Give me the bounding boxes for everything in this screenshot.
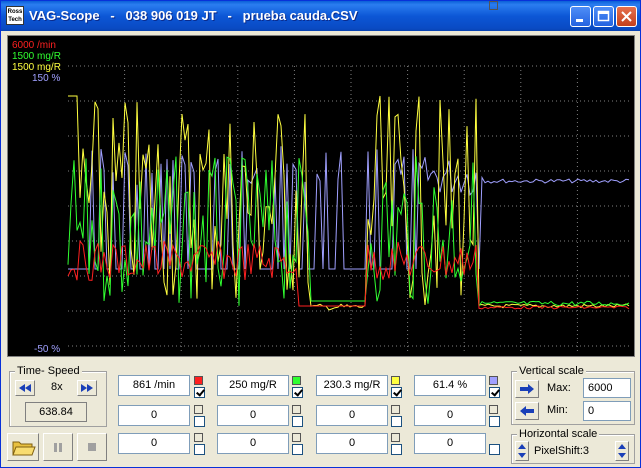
channel-12-checkbox[interactable] bbox=[489, 444, 500, 455]
channel-4-color-swatch bbox=[489, 376, 498, 385]
channel-9-color-swatch bbox=[194, 433, 203, 442]
channel-2-value: 250 mg/R bbox=[217, 375, 289, 396]
channel-5-checkbox[interactable] bbox=[194, 416, 205, 427]
channel-12-color-swatch bbox=[489, 1, 498, 10]
scope-display[interactable]: 6000 /min 1500 mg/R 1500 mg/R 150 % -50 … bbox=[7, 35, 635, 357]
channel-9-checkbox[interactable] bbox=[194, 444, 205, 455]
title-bar[interactable]: Ross Tech VAG-Scope - 038 906 019 JT - p… bbox=[1, 1, 640, 31]
bottom-axis-label: -50 % bbox=[34, 344, 61, 355]
app-logo-text: Ross Tech bbox=[7, 9, 23, 23]
time-position-field: 638.84 bbox=[25, 402, 87, 422]
maximize-button[interactable] bbox=[593, 6, 614, 27]
close-button[interactable] bbox=[616, 6, 637, 27]
legend-rpm: 6000 /min bbox=[12, 40, 56, 51]
channel-4-value: 61.4 % bbox=[414, 375, 486, 396]
window-title: VAG-Scope - 038 906 019 JT - prueba caud… bbox=[29, 8, 358, 23]
spin-arrows-icon bbox=[518, 444, 526, 458]
rewind-icon bbox=[19, 384, 31, 392]
scale-min-button[interactable] bbox=[515, 402, 539, 420]
channel-6-color-swatch bbox=[292, 405, 301, 414]
channel-7-value: 0 bbox=[316, 405, 388, 426]
channel-1-checkbox[interactable] bbox=[194, 387, 205, 398]
close-icon bbox=[621, 11, 632, 22]
channel-6-value: 0 bbox=[217, 405, 289, 426]
pause-icon bbox=[54, 443, 62, 452]
channel-5-color-swatch bbox=[194, 405, 203, 414]
fast-forward-icon bbox=[81, 384, 93, 392]
channel-3-color-swatch bbox=[391, 376, 400, 385]
left-arrow-icon bbox=[520, 406, 534, 416]
time-speed-title: Time- Speed bbox=[15, 365, 82, 377]
minimize-button[interactable] bbox=[570, 6, 591, 27]
channel-10-checkbox[interactable] bbox=[292, 444, 303, 455]
trace-mass-air-yellow bbox=[68, 95, 630, 311]
right-arrow-icon bbox=[520, 384, 534, 394]
channel-11-color-swatch bbox=[391, 433, 400, 442]
horizontal-scale-title: Horizontal scale bbox=[517, 428, 600, 440]
legend: 6000 /min 1500 mg/R 1500 mg/R 150 % bbox=[12, 40, 61, 84]
channel-9-value: 0 bbox=[118, 433, 190, 454]
legend-mass-air-yellow: 1500 mg/R bbox=[12, 62, 61, 73]
minimize-icon bbox=[576, 19, 583, 22]
min-value-input[interactable]: 0 bbox=[583, 401, 631, 421]
min-label: Min: bbox=[547, 404, 568, 416]
scope-plot bbox=[67, 65, 630, 351]
channel-1-color-swatch bbox=[194, 376, 203, 385]
speed-value: 8x bbox=[51, 381, 63, 393]
channel-8-value: 0 bbox=[414, 405, 486, 426]
channel-2-checkbox[interactable] bbox=[292, 387, 303, 398]
channel-10-value: 0 bbox=[217, 433, 289, 454]
channel-6-checkbox[interactable] bbox=[292, 416, 303, 427]
legend-mass-air-green: 1500 mg/R bbox=[12, 51, 61, 62]
channel-11-checkbox[interactable] bbox=[391, 444, 402, 455]
spin-arrows-icon bbox=[618, 444, 626, 458]
horizontal-scale-spin-left[interactable] bbox=[515, 441, 529, 461]
maximize-icon bbox=[597, 10, 610, 22]
horizontal-scale-value: PixelShift:3 bbox=[534, 445, 590, 457]
channel-12-value: 0 bbox=[414, 433, 486, 454]
channel-3-checkbox[interactable] bbox=[391, 387, 402, 398]
fast-forward-button[interactable] bbox=[77, 380, 97, 396]
channel-7-checkbox[interactable] bbox=[391, 416, 402, 427]
vertical-scale-title: Vertical scale bbox=[517, 365, 586, 377]
max-label: Max: bbox=[547, 382, 571, 394]
stop-button[interactable] bbox=[77, 433, 107, 461]
open-file-button[interactable] bbox=[7, 433, 39, 461]
pause-button[interactable] bbox=[43, 433, 73, 461]
channel-7-color-swatch bbox=[391, 405, 400, 414]
horizontal-scale-spin-right[interactable] bbox=[615, 441, 629, 461]
folder-icon bbox=[12, 441, 36, 456]
channel-10-color-swatch bbox=[292, 433, 301, 442]
channel-1-value: 861 /min bbox=[118, 375, 190, 396]
rewind-button[interactable] bbox=[15, 380, 35, 396]
legend-percent: 150 % bbox=[32, 73, 61, 84]
app-window: Ross Tech VAG-Scope - 038 906 019 JT - p… bbox=[0, 0, 641, 468]
channel-3-value: 230.3 mg/R bbox=[316, 375, 388, 396]
app-logo-icon: Ross Tech bbox=[6, 6, 24, 25]
channel-8-color-swatch bbox=[489, 405, 498, 414]
trace-percent bbox=[68, 146, 630, 270]
channel-8-checkbox[interactable] bbox=[489, 416, 500, 427]
trace-rpm bbox=[67, 239, 630, 310]
channel-5-value: 0 bbox=[118, 405, 190, 426]
channel-11-value: 0 bbox=[316, 433, 388, 454]
stop-icon bbox=[88, 443, 96, 451]
channel-4-checkbox[interactable] bbox=[489, 387, 500, 398]
max-value-input[interactable]: 6000 bbox=[583, 378, 631, 398]
scale-max-button[interactable] bbox=[515, 380, 539, 398]
channel-2-color-swatch bbox=[292, 376, 301, 385]
